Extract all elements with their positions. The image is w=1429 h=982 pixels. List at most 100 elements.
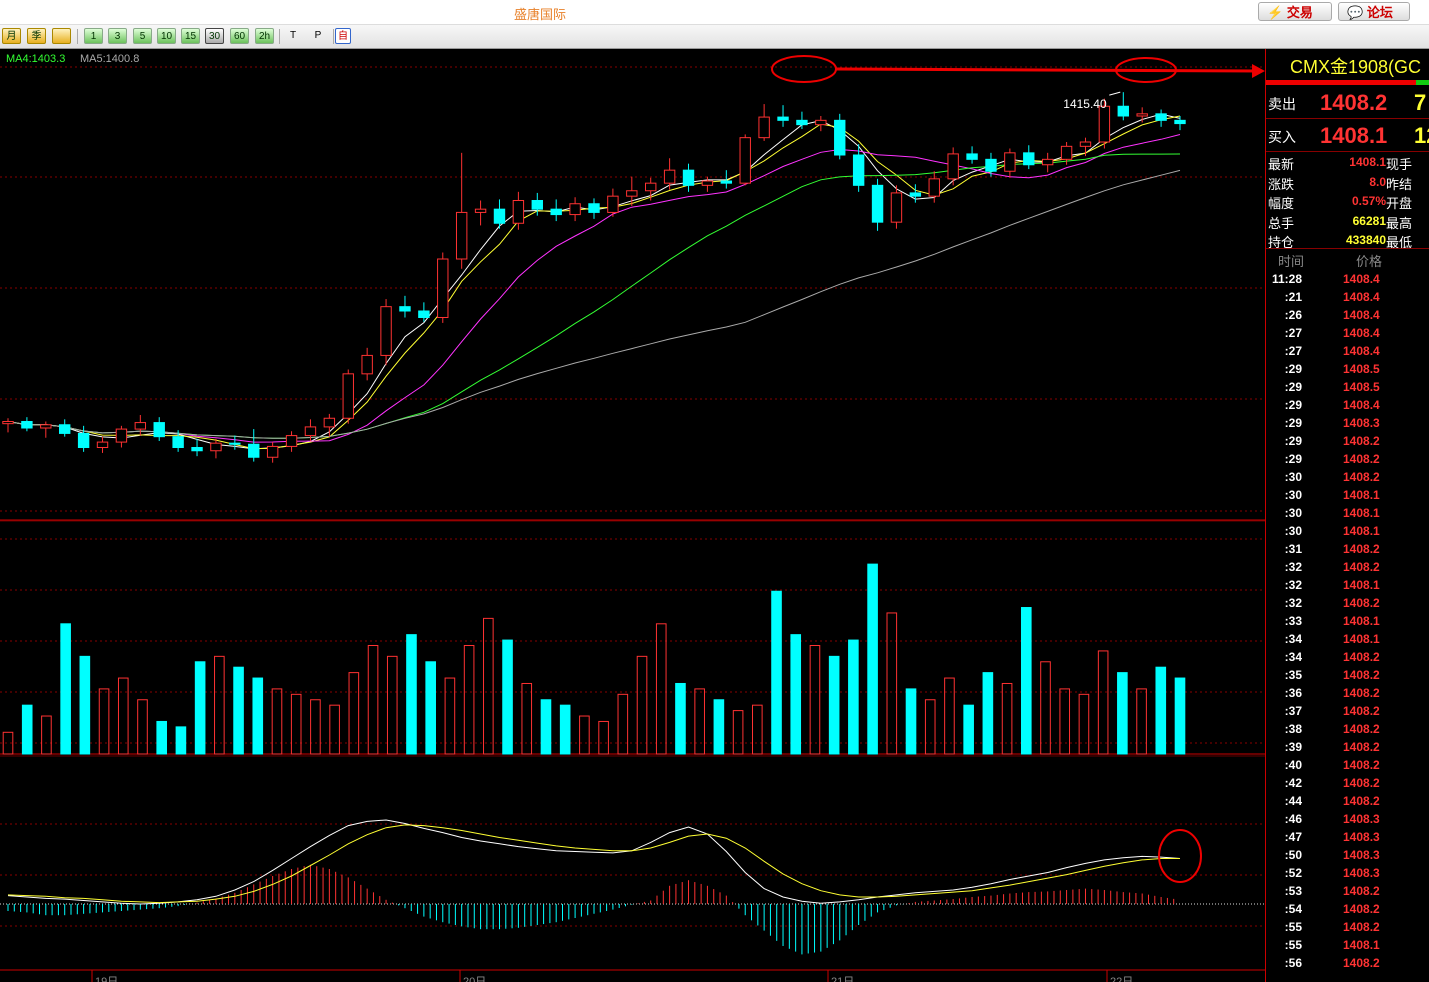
tick-time: :56 (1284, 956, 1302, 970)
trade-button[interactable]: ⚡ 交易 (1258, 2, 1332, 21)
period-button-1[interactable]: 1 (84, 28, 103, 44)
volume-bar (98, 688, 110, 755)
volume-bar (290, 693, 302, 755)
tick-row: :30 1408.1 (1266, 522, 1429, 540)
candle-body (758, 116, 770, 139)
candle-body (852, 154, 865, 186)
tick-time: :29 (1284, 362, 1302, 376)
quote-key: 总手 (1268, 215, 1295, 231)
tick-price: 1408.4 (1343, 308, 1380, 322)
tick-row: :29 1408.2 (1266, 450, 1429, 468)
volume-bar (771, 590, 782, 755)
candle-body (720, 180, 733, 184)
tick-row: :32 1408.2 (1266, 594, 1429, 612)
tick-time: :36 (1284, 686, 1302, 700)
tick-price: 1408.5 (1343, 362, 1380, 376)
tick-price: 1408.1 (1343, 524, 1380, 538)
candle-body (1098, 105, 1111, 143)
tick-time: :44 (1284, 794, 1302, 808)
candle-body (380, 306, 392, 356)
tick-row: :56 1408.2 (1266, 954, 1429, 972)
tick-time: :30 (1284, 470, 1302, 484)
tick-row: :55 1408.2 (1266, 918, 1429, 936)
tick-row: :40 1408.2 (1266, 756, 1429, 774)
volume-bar (579, 715, 590, 755)
volume-bar (905, 688, 917, 755)
quote-key: 最新 (1268, 157, 1295, 172)
candle-body (210, 442, 222, 452)
volume-bar (175, 726, 187, 755)
tick-time: :52 (1284, 866, 1302, 880)
tick-time: :34 (1284, 650, 1302, 664)
candle-body (682, 169, 695, 186)
tick-row: :31 1408.2 (1266, 540, 1429, 558)
tick-price: 1408.2 (1343, 794, 1380, 808)
tick-row: :39 1408.2 (1266, 738, 1429, 756)
tick-price: 1408.4 (1343, 290, 1380, 304)
candle-body (172, 436, 184, 448)
volume-bar (502, 639, 513, 755)
tick-time: :30 (1284, 524, 1302, 538)
candle-body (1174, 119, 1186, 125)
tick-row: :38 1408.2 (1266, 720, 1429, 738)
tool-button-2[interactable]: 自 (335, 28, 351, 44)
x-tick-label: 19日 (95, 976, 118, 982)
volume-bar (848, 639, 859, 755)
tick-price: 1408.2 (1343, 560, 1380, 574)
period-button-15[interactable]: 15 (181, 28, 200, 44)
buy-label: 买入 (1268, 129, 1296, 145)
tick-time: :32 (1284, 578, 1302, 592)
quote-value: 1408.1 (1349, 155, 1386, 169)
period-button-60[interactable]: 60 (230, 28, 249, 44)
volume-bar (214, 655, 225, 755)
tick-row: :29 1408.4 (1266, 396, 1429, 414)
volume-bar (809, 645, 821, 755)
period-button-2h[interactable]: 2h (255, 28, 274, 44)
volume-bar (655, 623, 667, 755)
period-button-cal-2[interactable] (52, 28, 71, 44)
tick-time: :21 (1284, 290, 1302, 304)
tick-price: 1408.2 (1343, 722, 1380, 736)
period-button-3[interactable]: 3 (108, 28, 127, 44)
period-button-30[interactable]: 30 (205, 28, 224, 44)
tick-time: :55 (1284, 920, 1302, 934)
period-button-10[interactable]: 10 (157, 28, 176, 44)
tick-row: :52 1408.3 (1266, 864, 1429, 882)
quote-key2: 最高 (1386, 215, 1413, 231)
tick-time: :37 (1284, 704, 1302, 718)
volume-bar (329, 704, 340, 755)
period-button-5[interactable]: 5 (133, 28, 152, 44)
period-button-cal-1[interactable]: 季 (27, 28, 46, 44)
tick-price: 1408.1 (1343, 938, 1380, 952)
annotation-circle (1158, 829, 1202, 883)
candle-body (1155, 113, 1167, 121)
period-button-cal-0[interactable]: 月 (2, 28, 21, 44)
quote-panel: CMX金1908(GC 卖出 1408.2 7 买入 1408.1 12 最新 1… (1265, 49, 1429, 982)
tool-button-0[interactable]: T (285, 28, 301, 44)
tick-row: :46 1408.3 (1266, 810, 1429, 828)
tick-price: 1408.2 (1343, 884, 1380, 898)
candle-body (663, 169, 676, 184)
tick-price: 1408.3 (1343, 866, 1380, 880)
volume-bar (790, 634, 802, 755)
forum-button[interactable]: 💬 论坛 (1338, 2, 1410, 21)
tick-row: :27 1408.4 (1266, 342, 1429, 360)
volume-bar (886, 612, 898, 755)
tick-time: :38 (1284, 722, 1302, 736)
candle-body (437, 258, 449, 318)
tick-time: 11:28 (1271, 272, 1302, 286)
candle-body (588, 203, 600, 213)
candle-body (40, 424, 52, 429)
tick-price: 1408.1 (1343, 488, 1380, 502)
tick-price: 1408.4 (1343, 326, 1380, 340)
volume-bar (310, 699, 321, 755)
kline-chart[interactable]: 1415.40 MA4:1403.3 MA5:1400.8 19日 20日 21日 22日 (0, 49, 1265, 982)
tick-time: :42 (1284, 776, 1302, 790)
volume-bar (713, 699, 725, 755)
annotation-arrowhead (1252, 64, 1265, 78)
volume-bar (1020, 607, 1032, 755)
tick-time: :34 (1284, 632, 1302, 646)
tick-price: 1408.2 (1343, 434, 1380, 448)
candle-body (985, 158, 997, 172)
tool-button-1[interactable]: P (310, 28, 326, 44)
